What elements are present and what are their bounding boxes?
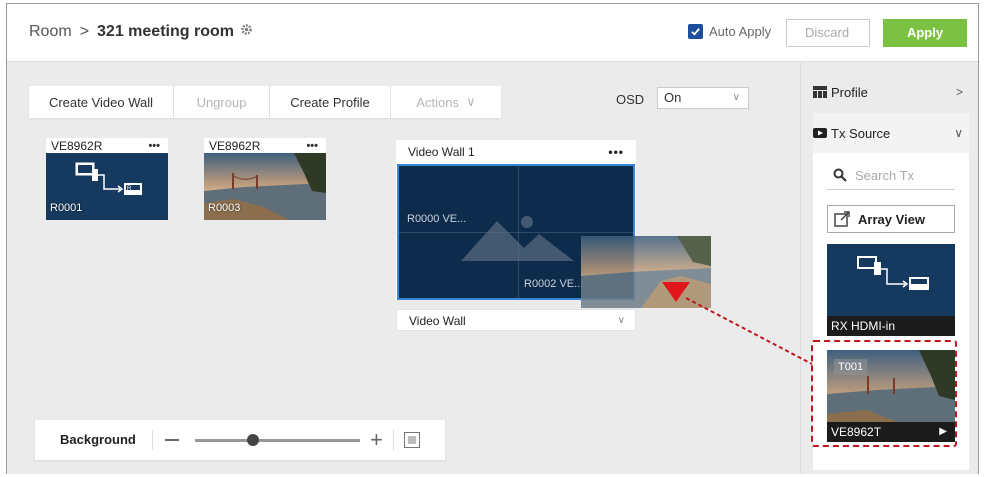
actions-dropdown[interactable]: Actions ∨ <box>391 86 501 118</box>
receiver-card[interactable]: VE8962R ••• R R0001 <box>46 138 168 220</box>
create-profile-button[interactable]: Create Profile <box>270 86 391 118</box>
search-placeholder: Search Tx <box>855 167 915 183</box>
profile-grid-icon <box>813 86 827 98</box>
app-window: Room >321 meeting room Auto Apply Discard… <box>6 3 979 474</box>
tx-source-card[interactable]: RX HDMI-in <box>827 244 955 336</box>
play-icon[interactable]: ▶ <box>939 422 947 442</box>
osd-select[interactable]: On ∨ <box>657 87 749 109</box>
svg-text:R: R <box>127 186 132 192</box>
profile-label: Profile <box>831 84 868 100</box>
tx-badge: T001 <box>834 359 868 375</box>
array-view-button[interactable]: Array View <box>827 205 955 233</box>
page-title: 321 meeting room <box>97 23 234 40</box>
tx-source-label: RX HDMI-in <box>827 316 955 336</box>
receiver-label: R0003 <box>208 202 241 214</box>
chevron-down-icon: ∨ <box>617 315 625 326</box>
toolbar: Create Video Wall Ungroup Create Profile… <box>29 86 501 118</box>
receiver-card-header: VE8962R ••• <box>46 138 168 153</box>
receiver-name: VE8962R <box>209 138 261 153</box>
fit-screen-wrap <box>392 429 420 451</box>
checkbox-checked-icon[interactable] <box>688 24 703 39</box>
auto-apply-label: Auto Apply <box>709 24 772 39</box>
osd-value: On <box>664 90 682 105</box>
more-menu-icon[interactable]: ••• <box>608 140 624 164</box>
tx-source-footer: VE8962T ▶ <box>827 422 955 442</box>
gear-icon[interactable] <box>240 23 253 39</box>
search-tx-input[interactable]: Search Tx <box>827 161 955 190</box>
video-wall-title: Video Wall 1 <box>408 145 475 159</box>
tx-source-card[interactable]: T001 VE8962T ▶ <box>827 350 955 442</box>
auto-apply-toggle[interactable]: Auto Apply <box>688 24 771 39</box>
array-view-label: Array View <box>858 211 925 227</box>
receiver-card[interactable]: VE8962R ••• R0003 <box>204 138 326 220</box>
video-wall-mode-value: Video Wall <box>409 314 466 328</box>
tx-source-label: VE8962T <box>831 425 882 439</box>
chevron-down-icon: ∨ <box>466 94 476 109</box>
video-wall-header: Video Wall 1 ••• <box>396 140 636 164</box>
header-bar: Room >321 meeting room Auto Apply Discard… <box>7 4 978 62</box>
tx-source-section-header[interactable]: Tx Source ∨ <box>813 113 969 153</box>
video-source-icon <box>813 127 827 139</box>
receiver-thumbnail: R R0001 <box>46 153 168 220</box>
breadcrumb-room[interactable]: Room <box>29 23 72 40</box>
tx-source-panel: Search Tx Array View RX HDMI-in T001 VE8… <box>813 153 969 470</box>
zoom-slider[interactable] <box>195 433 360 446</box>
receiver-card-header: VE8962R ••• <box>204 138 326 153</box>
receiver-name: VE8962R <box>51 138 103 153</box>
video-wall-mode-select[interactable]: Video Wall ∨ <box>396 309 636 331</box>
background-label: Background <box>35 430 153 450</box>
tile-label: R0000 VE... <box>407 213 467 225</box>
fit-screen-icon[interactable] <box>403 432 420 448</box>
background-toolbar: Background + <box>35 420 445 460</box>
sidebar: Profile > Tx Source ∨ Search Tx Array Vi… <box>800 62 978 474</box>
profile-section-header[interactable]: Profile > <box>813 72 969 112</box>
tx-source-label: Tx Source <box>831 125 891 141</box>
more-menu-icon[interactable]: ••• <box>306 140 318 152</box>
search-icon <box>833 168 847 182</box>
ungroup-button[interactable]: Ungroup <box>174 86 270 118</box>
apply-button[interactable]: Apply <box>883 19 967 47</box>
create-video-wall-button[interactable]: Create Video Wall <box>29 86 174 118</box>
more-menu-icon[interactable]: ••• <box>148 140 160 152</box>
slider-handle[interactable] <box>246 433 259 446</box>
breadcrumb-separator: > <box>79 23 90 40</box>
drag-preview <box>581 236 711 308</box>
receiver-label: R0001 <box>50 202 83 214</box>
receiver-thumbnail: R0003 <box>204 153 326 220</box>
external-link-icon <box>834 211 850 227</box>
breadcrumb: Room >321 meeting room <box>29 23 253 41</box>
zoom-in-icon[interactable]: + <box>370 429 383 451</box>
tile-label: R0002 VE... <box>524 278 584 290</box>
canvas-area: Create Video Wall Ungroup Create Profile… <box>7 62 800 474</box>
chevron-down-icon: ∨ <box>954 126 963 140</box>
osd-label: OSD <box>616 92 645 107</box>
hdmi-in-icon <box>857 256 929 290</box>
discard-button[interactable]: Discard <box>786 19 870 47</box>
chevron-right-icon: > <box>955 85 963 99</box>
actions-label: Actions <box>416 94 459 110</box>
chevron-down-icon: ∨ <box>732 92 740 103</box>
zoom-out-icon[interactable] <box>165 439 179 441</box>
